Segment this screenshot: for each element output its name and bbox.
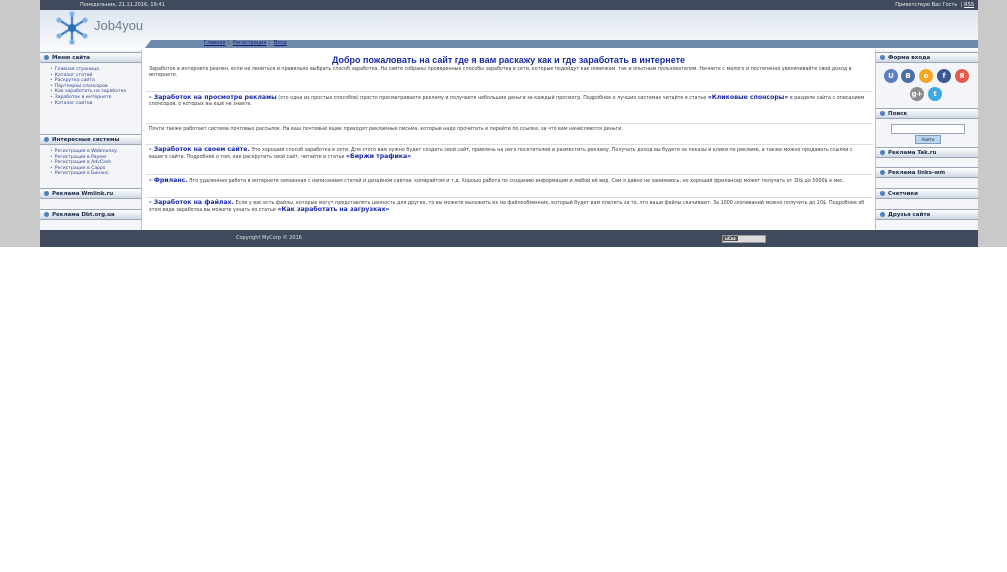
section-files: - Заработок на файлах. Если у вас есть ф… — [149, 199, 865, 213]
odnoklassniki-login-icon[interactable]: o — [919, 69, 933, 83]
section-heading: - Заработок на файлах. — [149, 199, 234, 206]
site-logo-text[interactable]: Job4you — [94, 18, 143, 33]
article-link[interactable]: «Биржи трафика» — [346, 153, 411, 160]
ucoz-badge[interactable]: uCoz — [722, 235, 766, 243]
copyright-text: Copyright MyCorp © 2016 — [236, 235, 302, 241]
menu-item[interactable]: Каталог сайтов — [50, 101, 126, 107]
bullet-icon — [44, 191, 49, 196]
google-plus-login-icon[interactable]: g+ — [910, 87, 924, 101]
twitter-login-icon[interactable]: t — [928, 87, 942, 101]
partners-list: Регистрация в Webmoney Регистрация в Pay… — [50, 149, 117, 177]
search-block-title: Поиск — [876, 108, 978, 119]
bullet-icon — [44, 212, 49, 217]
rss-link[interactable]: RSS — [964, 2, 974, 8]
divider — [146, 144, 873, 145]
section-heading: - Заработок на своем сайте. — [149, 146, 250, 153]
menu-block-title: Меню сайта — [40, 52, 141, 63]
partner-item[interactable]: Регистрация в Webmoney — [50, 149, 117, 155]
nav-sep: | — [268, 40, 271, 46]
right-sidebar: Форма входа U B o f Я g+ t Поиск Найти Р… — [876, 50, 978, 230]
facebook-login-icon[interactable]: f — [937, 69, 951, 83]
bullet-icon — [880, 170, 885, 175]
bullet-icon — [880, 191, 885, 196]
snowflake-logo-icon[interactable] — [54, 10, 90, 46]
login-block-title: Форма входа — [876, 52, 978, 63]
nav-login[interactable]: Вход — [274, 40, 287, 46]
divider — [146, 174, 873, 175]
friends-title: Друзья сайта — [876, 209, 978, 220]
site-header: Job4you — [40, 10, 978, 48]
section-heading: - Фриланс. — [149, 177, 188, 184]
menu-list: Главная страница Каталог статей Раскрутк… — [50, 67, 126, 106]
top-bar: Понедельник, 21.11.2016, 19:41 Приветств… — [40, 0, 978, 10]
section-heading: - Заработок на просмотре рекламы — [149, 94, 277, 101]
bullet-icon — [880, 55, 885, 60]
intro-text: Заработок в интернете реален, если не ле… — [149, 67, 852, 78]
partners-block-title: Интересные системы — [40, 134, 141, 145]
divider — [146, 123, 873, 124]
article-link[interactable]: «Кликовые спонсоры» — [708, 94, 789, 101]
yandex-login-icon[interactable]: Я — [955, 69, 969, 83]
ucoz-login-icon[interactable]: U — [884, 69, 898, 83]
welcome-sep: | — [960, 2, 963, 8]
section-mail: Почти также работает система почтовых ра… — [149, 127, 623, 132]
nav-sep: | — [227, 40, 230, 46]
site-frame: Понедельник, 21.11.2016, 19:41 Приветств… — [40, 0, 978, 247]
partner-item[interactable]: Регистрация в AdvCash — [50, 160, 117, 166]
user-greeting: Приветствую Вас Гость | RSS — [893, 0, 974, 10]
ad-linkswm-title: Реклама links-wm — [876, 167, 978, 178]
main-content: Добро пожаловать на сайт где я вам раска… — [141, 50, 876, 230]
left-sidebar: Меню сайта Главная страница Каталог стат… — [40, 50, 141, 230]
bullet-icon — [880, 212, 885, 217]
section-site: - Заработок на своем сайте. Это хороший … — [149, 146, 853, 160]
divider — [146, 91, 873, 92]
partner-item[interactable]: Регистрация в Бинанс — [50, 171, 117, 177]
date-text: Понедельник, 21.11.2016, 19:41 — [80, 2, 165, 8]
search-button[interactable]: Найти — [915, 135, 941, 144]
vk-login-icon[interactable]: B — [901, 69, 915, 83]
article-link[interactable]: «Как заработать на загрузках» — [277, 206, 389, 213]
ad-wmlink-title: Реклама Wmlink.ru — [40, 188, 141, 199]
bullet-icon — [44, 55, 49, 60]
site-footer: Copyright MyCorp © 2016 uCoz — [40, 230, 978, 247]
nav-register[interactable]: Регистрация — [233, 40, 267, 46]
top-nav: Главная | Регистрация | Вход — [202, 40, 289, 46]
nav-home[interactable]: Главная — [204, 40, 226, 46]
bullet-icon — [44, 137, 49, 142]
section-freelance: - Фриланс. Это удаленная работа в интерн… — [149, 177, 845, 184]
counters-title: Счетчики — [876, 188, 978, 199]
ad-dbt-title: Реклама Dbt.org.ua — [40, 209, 141, 220]
section-clicks: - Заработок на просмотре рекламы (это од… — [149, 94, 865, 107]
welcome-text: Приветствую Вас Гость — [895, 2, 958, 8]
bullet-icon — [880, 111, 885, 116]
search-input[interactable] — [891, 124, 965, 134]
bullet-icon — [880, 150, 885, 155]
ad-tak-title: Реклама Tak.ru — [876, 147, 978, 158]
page-title: Добро пожаловать на сайт где я вам раска… — [331, 55, 686, 65]
divider — [146, 197, 873, 198]
